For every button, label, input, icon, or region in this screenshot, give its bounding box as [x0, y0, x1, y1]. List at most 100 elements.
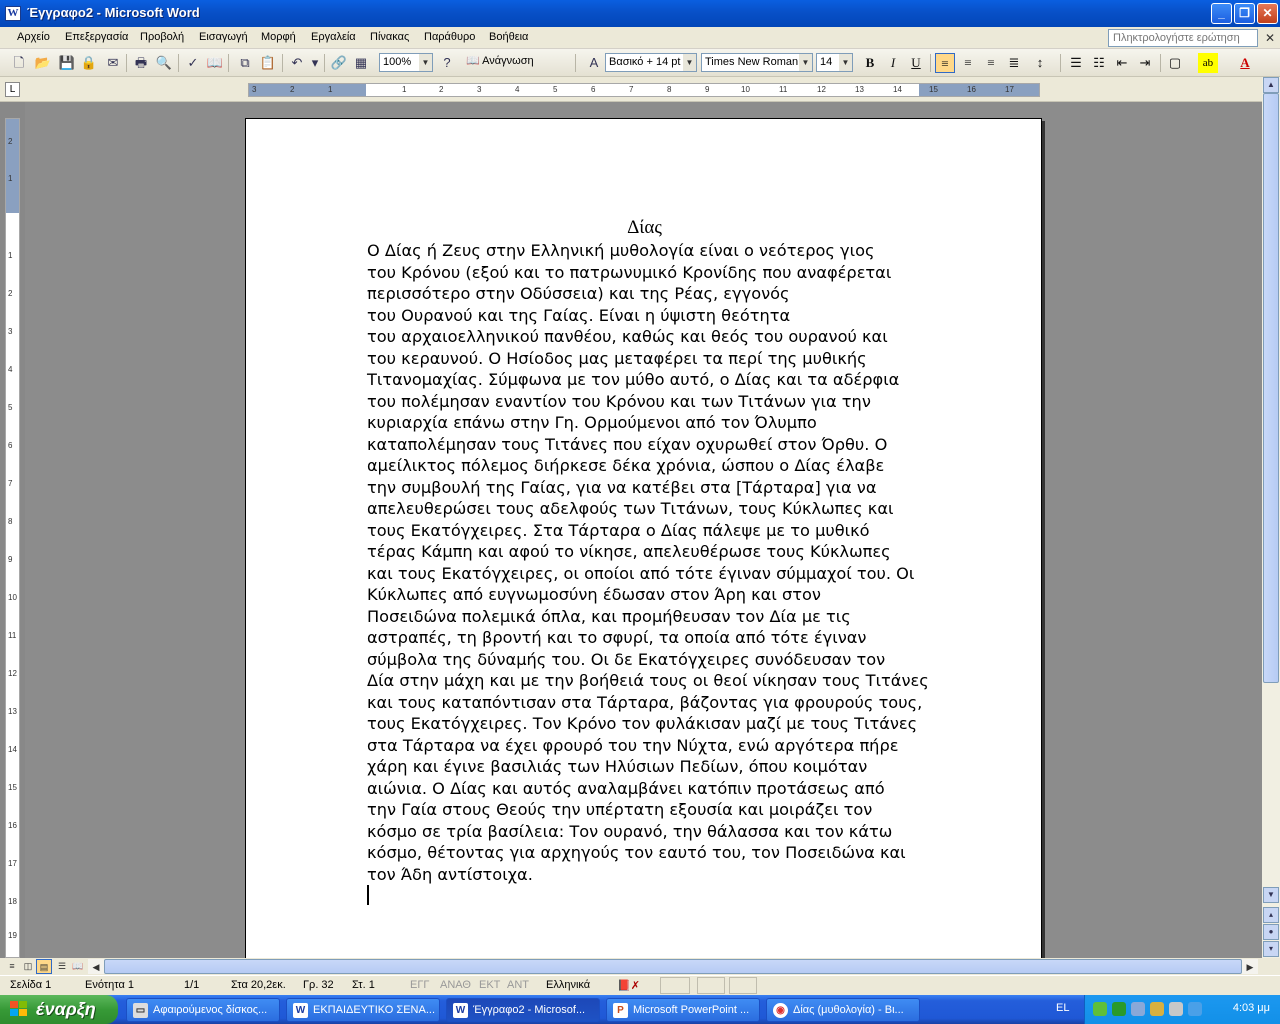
- menu-format[interactable]: Μορφή: [261, 31, 296, 43]
- document-line[interactable]: χάρη και έγινε βασιλιάς των Ηλύσιων Πεδί…: [367, 756, 927, 778]
- bullets-icon[interactable]: ☷: [1089, 53, 1109, 73]
- increase-indent-icon[interactable]: ⇥: [1135, 53, 1155, 73]
- document-line[interactable]: αμείλικτος πόλεμος διήρκεσε δέκα χρόνια,…: [367, 455, 927, 477]
- document-line[interactable]: την Γαία στους Θεούς την υπέρτατη εξουσί…: [367, 799, 927, 821]
- status-track-changes[interactable]: ΑΝΑΘ: [440, 979, 471, 991]
- decrease-indent-icon[interactable]: ⇤: [1112, 53, 1132, 73]
- styles-pane-icon[interactable]: A: [585, 54, 603, 72]
- spelling-status-icon[interactable]: 📕✗: [617, 979, 640, 992]
- style-select[interactable]: Βασικό + 14 pt ▼: [605, 53, 697, 72]
- read-mode-button[interactable]: 📖 Ανάγνωση: [463, 53, 563, 72]
- display-icon[interactable]: [1131, 1002, 1145, 1016]
- help-icon[interactable]: ?: [438, 54, 456, 72]
- web-layout-icon[interactable]: ◫: [20, 959, 36, 974]
- print-preview-icon[interactable]: 🔍: [155, 54, 173, 72]
- undo-dropdown-icon[interactable]: ▾: [306, 54, 324, 72]
- status-extend[interactable]: ΕΚΤ: [479, 979, 500, 991]
- language-indicator[interactable]: EL: [1056, 1002, 1069, 1014]
- italic-button[interactable]: I: [883, 53, 903, 73]
- open-icon[interactable]: 📂: [34, 54, 52, 72]
- scroll-thumb[interactable]: [1263, 93, 1279, 683]
- document-title[interactable]: Δίας: [246, 217, 1043, 239]
- security-icon[interactable]: [1112, 1002, 1126, 1016]
- document-line[interactable]: τον Άδη αντίστοιχα.: [367, 864, 927, 886]
- research-icon[interactable]: 📖: [206, 54, 224, 72]
- align-right-icon[interactable]: ≡: [981, 53, 1001, 73]
- hyperlink-icon[interactable]: 🔗: [330, 54, 348, 72]
- numbering-icon[interactable]: ☰: [1066, 53, 1086, 73]
- task-word-document-2[interactable]: W Έγγραφο2 - Microsof...: [446, 998, 600, 1022]
- document-line[interactable]: κυριαρχία επάνω στην Γη. Ορμούμενοι από …: [367, 412, 927, 434]
- copy-icon[interactable]: ⧉: [236, 54, 254, 72]
- document-line[interactable]: στα Τάρταρα να έχει φρουρό του την Νύχτα…: [367, 735, 927, 757]
- document-line[interactable]: και τους καταπόντισαν στα Τάρταρα, βάζον…: [367, 692, 927, 714]
- document-line[interactable]: του Κρόνου (εξού και το πατρωνυμικό Κρον…: [367, 262, 927, 284]
- tab-selector-icon[interactable]: L: [5, 82, 20, 97]
- line-spacing-icon[interactable]: ↕: [1030, 53, 1050, 73]
- document-line[interactable]: Ο Δίας ή Ζευς στην Ελληνική μυθολογία εί…: [367, 240, 927, 262]
- permission-icon[interactable]: 🔒: [80, 54, 98, 72]
- menu-view[interactable]: Προβολή: [140, 31, 184, 43]
- new-document-icon[interactable]: 🗋: [10, 54, 28, 72]
- ask-question-input[interactable]: Πληκτρολογήστε ερώτηση: [1108, 29, 1258, 47]
- menu-tools[interactable]: Εργαλεία: [311, 31, 356, 43]
- document-line[interactable]: την συμβουλή της Γαίας, για να κατέβει σ…: [367, 477, 927, 499]
- font-select[interactable]: Times New Roman ▼: [701, 53, 813, 72]
- network-icon[interactable]: [1093, 1002, 1107, 1016]
- document-line[interactable]: και τους Εκατόγχειρες, οι οποίοι από τότ…: [367, 563, 927, 585]
- horizontal-scroll-track[interactable]: ◀ ▶: [88, 959, 1258, 974]
- minimize-button[interactable]: _: [1211, 3, 1232, 24]
- document-line[interactable]: τέρας Κάμπη και αφού το νίκησε, απελευθέ…: [367, 541, 927, 563]
- document-line[interactable]: τους Εκατόγχειρες. Στα Τάρταρα ο Δίας πά…: [367, 520, 927, 542]
- menu-insert[interactable]: Εισαγωγή: [199, 31, 248, 43]
- document-line[interactable]: του πολέμησαν εναντίον του Κρόνου και τω…: [367, 391, 927, 413]
- justify-icon[interactable]: ≣: [1004, 53, 1024, 73]
- task-removable-disk[interactable]: ▭ Αφαιρούμενος δίσκος...: [126, 998, 280, 1022]
- print-icon[interactable]: 🖶: [132, 54, 150, 72]
- align-center-icon[interactable]: ≡: [958, 53, 978, 73]
- document-line[interactable]: κόσμο σε τρία βασίλεια: Τον ουρανό, την …: [367, 821, 927, 843]
- document-page[interactable]: Δίας Ο Δίας ή Ζευς στην Ελληνική μυθολογ…: [245, 118, 1042, 958]
- spelling-icon[interactable]: ✓: [184, 54, 202, 72]
- document-line[interactable]: Τιτανομαχίας. Σύμφωνα με τον μύθο αυτό, …: [367, 369, 927, 391]
- normal-view-icon[interactable]: ≡: [4, 959, 20, 974]
- horizontal-ruler[interactable]: 3 2 1 1 2 3 4 5 6 7 8 9 10 11 12 13 14 1…: [248, 83, 1040, 97]
- scroll-down-icon[interactable]: ▼: [1263, 887, 1279, 903]
- font-color-icon[interactable]: A: [1235, 53, 1255, 73]
- menu-edit[interactable]: Επεξεργασία: [65, 31, 128, 43]
- print-layout-icon[interactable]: ▤: [36, 959, 52, 974]
- document-line[interactable]: Κύκλωπες από ευγνωμοσύνη έδωσαν στον Άρη…: [367, 584, 927, 606]
- undo-icon[interactable]: ↶: [288, 54, 306, 72]
- align-left-icon[interactable]: ≡: [935, 53, 955, 73]
- menu-window[interactable]: Παράθυρο: [424, 31, 475, 43]
- scroll-up-icon[interactable]: ▲: [1263, 77, 1279, 93]
- status-language[interactable]: Ελληνικά: [546, 979, 590, 991]
- email-icon[interactable]: ✉: [104, 54, 122, 72]
- table-icon[interactable]: ▦: [352, 54, 370, 72]
- borders-icon[interactable]: ▢: [1165, 53, 1185, 73]
- maximize-button[interactable]: ❐: [1234, 3, 1255, 24]
- save-icon[interactable]: 💾: [58, 54, 76, 72]
- vertical-ruler[interactable]: 2 1 1 2 3 4 5 6 7 8 9 10 11 12 13 14 15 …: [5, 118, 20, 958]
- document-line[interactable]: αιώνια. Ο Δίας και αυτός αναλαμβάνει κατ…: [367, 778, 927, 800]
- document-line[interactable]: απελευθερώσει τους αδελφούς των Τιτάνων,…: [367, 498, 927, 520]
- task-word-document-1[interactable]: W ΕΚΠΑΙΔΕΥΤΙΚΟ ΣΕΝΑ...: [286, 998, 440, 1022]
- menu-table[interactable]: Πίνακας: [370, 31, 409, 43]
- document-line[interactable]: τους Εκατόγχειρες. Τον Κρόνο τον φυλάκισ…: [367, 713, 927, 735]
- vertical-scrollbar[interactable]: ▲ ▼ ▴ ● ▾: [1262, 77, 1280, 958]
- font-size-select[interactable]: 14 ▼: [816, 53, 853, 72]
- underline-button[interactable]: U: [906, 53, 926, 73]
- bold-button[interactable]: B: [860, 53, 880, 73]
- next-page-icon[interactable]: ▾: [1263, 941, 1279, 957]
- document-line[interactable]: σύμβολα της δύναμής του. Οι δε Εκατόγχει…: [367, 649, 927, 671]
- document-line[interactable]: καταπολέμησαν τους Τιτάνες που είχαν οχυ…: [367, 434, 927, 456]
- task-browser[interactable]: ◉ Δίας (μυθολογία) - Βι...: [766, 998, 920, 1022]
- status-overtype[interactable]: ΑΝΤ: [507, 979, 529, 991]
- document-line[interactable]: του αρχαιοελληνικού πανθέου, καθώς και θ…: [367, 326, 927, 348]
- reading-layout-icon[interactable]: 📖: [70, 959, 86, 974]
- menu-help[interactable]: Βοήθεια: [489, 31, 528, 43]
- start-button[interactable]: έναρξη: [0, 995, 118, 1024]
- document-line[interactable]: του Ουρανού και της Γαίας. Είναι η ύψιστ…: [367, 305, 927, 327]
- safely-remove-icon[interactable]: [1169, 1002, 1183, 1016]
- document-line[interactable]: περισσότερο στην Οδύσσεια) και της Ρέας,…: [367, 283, 927, 305]
